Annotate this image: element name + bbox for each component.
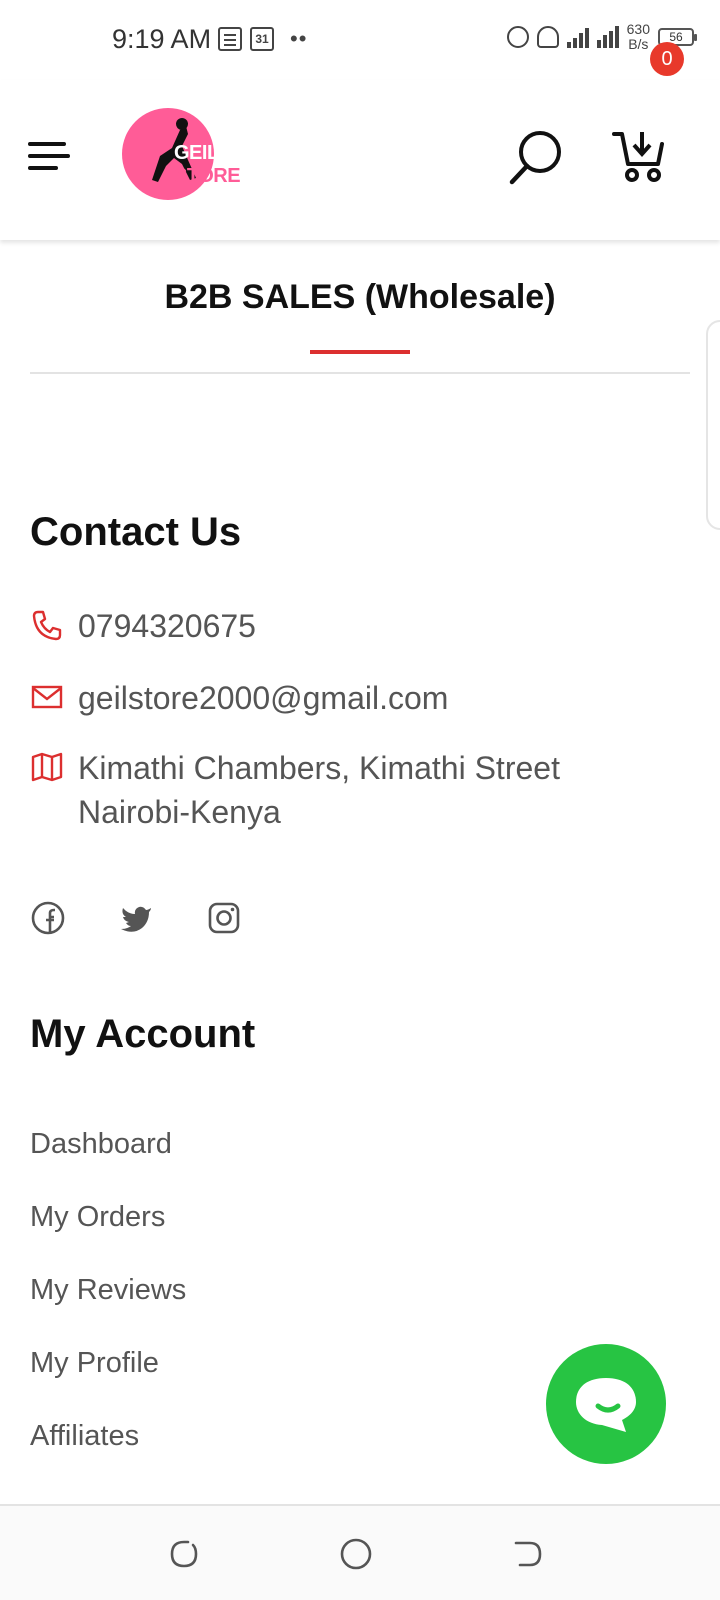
- social-links: [30, 900, 242, 936]
- network-speed-value: 630: [626, 21, 650, 37]
- logo-text: GEIL STORE: [174, 142, 282, 188]
- contact-address-row: Kimathi Chambers, Kimathi Street Nairobi…: [30, 746, 690, 834]
- recent-apps-icon: [170, 1540, 198, 1568]
- map-icon: [31, 752, 63, 782]
- tab-divider: [30, 372, 690, 374]
- account-heading: My Account: [30, 1012, 256, 1056]
- status-bar: 9:19 AM 31 •• 630 B/s 56: [0, 0, 720, 80]
- network-speed-unit: B/s: [628, 36, 649, 52]
- home-icon: [340, 1538, 372, 1570]
- account-link-profile[interactable]: My Profile: [30, 1347, 186, 1420]
- account-link-affiliates[interactable]: Affiliates: [30, 1420, 186, 1493]
- tab-b2b-sales[interactable]: B2B SALES (Wholesale): [0, 278, 720, 317]
- phone-icon: [32, 610, 62, 641]
- site-header: GEIL STORE: [0, 80, 720, 240]
- menu-icon: [28, 142, 66, 146]
- news-icon: [218, 27, 242, 51]
- twitter-icon[interactable]: [118, 900, 154, 936]
- signal-icon: [566, 26, 589, 48]
- instagram-icon[interactable]: [206, 900, 242, 936]
- search-button[interactable]: [506, 128, 566, 188]
- cart-button[interactable]: [612, 126, 672, 186]
- logo-text-store: STORE: [174, 165, 241, 187]
- contact-heading: Contact Us: [30, 510, 242, 554]
- account-link-orders[interactable]: My Orders: [30, 1201, 186, 1274]
- account-link-reviews[interactable]: My Reviews: [30, 1274, 186, 1347]
- cart-count-badge: 0: [650, 42, 684, 76]
- chat-bubble-icon: [576, 1378, 636, 1432]
- contact-address: Kimathi Chambers, Kimathi Street Nairobi…: [78, 750, 560, 830]
- recent-apps-button[interactable]: [166, 1536, 202, 1572]
- more-notifications-icon: ••: [290, 26, 308, 51]
- search-icon: [509, 131, 561, 185]
- store-logo[interactable]: GEIL STORE: [122, 108, 282, 200]
- contact-email-row[interactable]: geilstore2000@gmail.com: [30, 676, 690, 720]
- facebook-icon[interactable]: [30, 900, 66, 936]
- contact-phone-row[interactable]: 0794320675: [30, 604, 690, 648]
- side-panel-handle[interactable]: [706, 320, 720, 530]
- system-nav-bar: [0, 1504, 720, 1600]
- calendar-icon: 31: [250, 27, 274, 51]
- tab-active-indicator: [310, 350, 410, 354]
- account-links: Dashboard My Orders My Reviews My Profil…: [30, 1128, 186, 1493]
- network-speed: 630 B/s: [627, 22, 650, 52]
- back-button[interactable]: [510, 1536, 546, 1572]
- menu-button[interactable]: [28, 140, 70, 174]
- hotspot-icon: [536, 26, 559, 48]
- status-time: 9:19 AM: [112, 24, 212, 54]
- cart-icon: [612, 132, 664, 182]
- alarm-icon: [506, 26, 529, 48]
- contact-phone[interactable]: 0794320675: [78, 604, 256, 648]
- chat-button[interactable]: [546, 1344, 666, 1464]
- home-button[interactable]: [338, 1536, 374, 1572]
- logo-text-geil: GEIL: [174, 142, 219, 164]
- mail-icon: [31, 685, 63, 709]
- contact-email[interactable]: geilstore2000@gmail.com: [78, 676, 448, 720]
- status-left-icons: 31 ••: [218, 26, 307, 52]
- back-icon: [514, 1541, 542, 1567]
- 4g-signal-icon: [596, 26, 619, 48]
- account-link-dashboard[interactable]: Dashboard: [30, 1128, 186, 1201]
